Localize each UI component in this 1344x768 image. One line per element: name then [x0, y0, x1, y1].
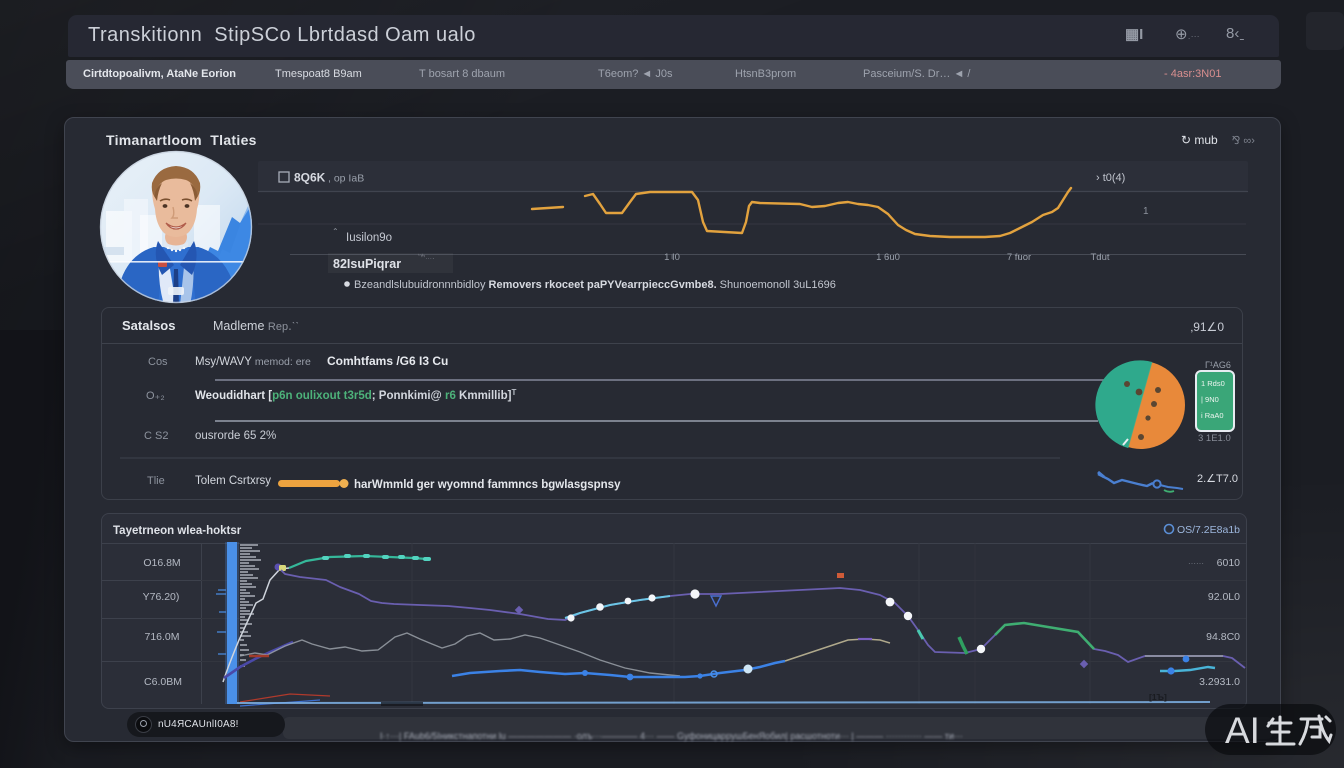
svg-text:⋯⋯: ⋯⋯	[1188, 559, 1204, 568]
svg-text:⌃: ⌃	[332, 227, 339, 236]
svg-text:, op IaB: , op IaB	[328, 173, 364, 185]
svg-text:82IsuPiqrar: 82IsuPiqrar	[333, 257, 401, 271]
svg-text:8Q6K: 8Q6K	[294, 171, 326, 185]
svg-text:2.∠T7.0: 2.∠T7.0	[1197, 473, 1238, 485]
svg-text:Tayetrneon wlea-hoktsr: Tayetrneon wlea-hoktsr	[113, 525, 242, 537]
svg-text:Madleme Rep․ˋˋ: Madleme Rep․ˋˋ	[213, 319, 299, 333]
svg-text:i RaA0: i RaA0	[1201, 411, 1224, 420]
svg-text:‚91∠0: ‚91∠0	[1191, 320, 1225, 334]
svg-text:3 1E1.0: 3 1E1.0	[1198, 433, 1231, 444]
svg-text:[1Ъ]: [1Ъ]	[1149, 692, 1167, 702]
svg-text:Г¹AG6: Г¹AG6	[1205, 360, 1231, 370]
svg-text:C6.0BM: C6.0BM	[144, 676, 182, 688]
svg-text:6010: 6010	[1217, 557, 1241, 569]
svg-text:ousrorde 65 2%: ousrorde 65 2%	[195, 430, 276, 442]
svg-text:Y76.20): Y76.20)	[143, 591, 180, 603]
svg-text:Comhtfams /G6 I3 Cu: Comhtfams /G6 I3 Cu	[327, 354, 448, 368]
svg-text:1 Rds0: 1 Rds0	[1201, 379, 1225, 388]
svg-text:92.0L0: 92.0L0	[1208, 591, 1240, 603]
svg-text:O16.8M: O16.8M	[143, 557, 180, 569]
svg-text:3.2931.0: 3.2931.0	[1199, 676, 1240, 688]
svg-text:Tdut: Tdut	[1090, 252, 1109, 263]
svg-text:Satalsos: Satalsos	[122, 318, 175, 333]
svg-text:› t0(4): › t0(4)	[1096, 172, 1125, 184]
svg-text:1 I0: 1 I0	[664, 252, 680, 263]
svg-text:1 6u0: 1 6u0	[876, 252, 900, 263]
svg-text:1: 1	[1143, 206, 1149, 217]
svg-text:Tlie: Tlie	[147, 475, 165, 487]
svg-text:716.0M: 716.0M	[144, 631, 179, 643]
svg-text:OS/7.2E8a1b: OS/7.2E8a1b	[1177, 524, 1240, 536]
svg-text:Msy/WAVY memod: ere: Msy/WAVY memod: ere	[195, 356, 311, 368]
svg-text:harWmmld ger wyomnd fammncs bg: harWmmld ger wyomnd fammncs bgwlasgspnsy	[354, 479, 621, 491]
svg-text:94.8C0: 94.8C0	[1206, 631, 1240, 643]
svg-text:O₊₂: O₊₂	[146, 390, 165, 402]
svg-text:| 9N0: | 9N0	[1201, 395, 1219, 404]
svg-text:AI: AI	[1225, 710, 1260, 751]
svg-text:Cos: Cos	[148, 356, 168, 368]
svg-text:Tolem Csrtxrsy: Tolem Csrtxrsy	[195, 475, 271, 487]
svg-text:Вzeandlslubuidronnnbidloy Remo: Вzeandlslubuidronnnbidloy Removers rkoce…	[354, 279, 836, 291]
svg-text:Weoudidhart [p6n oulixout t3r5: Weoudidhart [p6n oulixout t3r5d; Ponnkim…	[195, 388, 516, 402]
svg-text:C S2: C S2	[144, 430, 168, 442]
svg-text:7 fuor: 7 fuor	[1007, 252, 1031, 263]
svg-text:Iusilon9o: Iusilon9o	[346, 232, 392, 244]
